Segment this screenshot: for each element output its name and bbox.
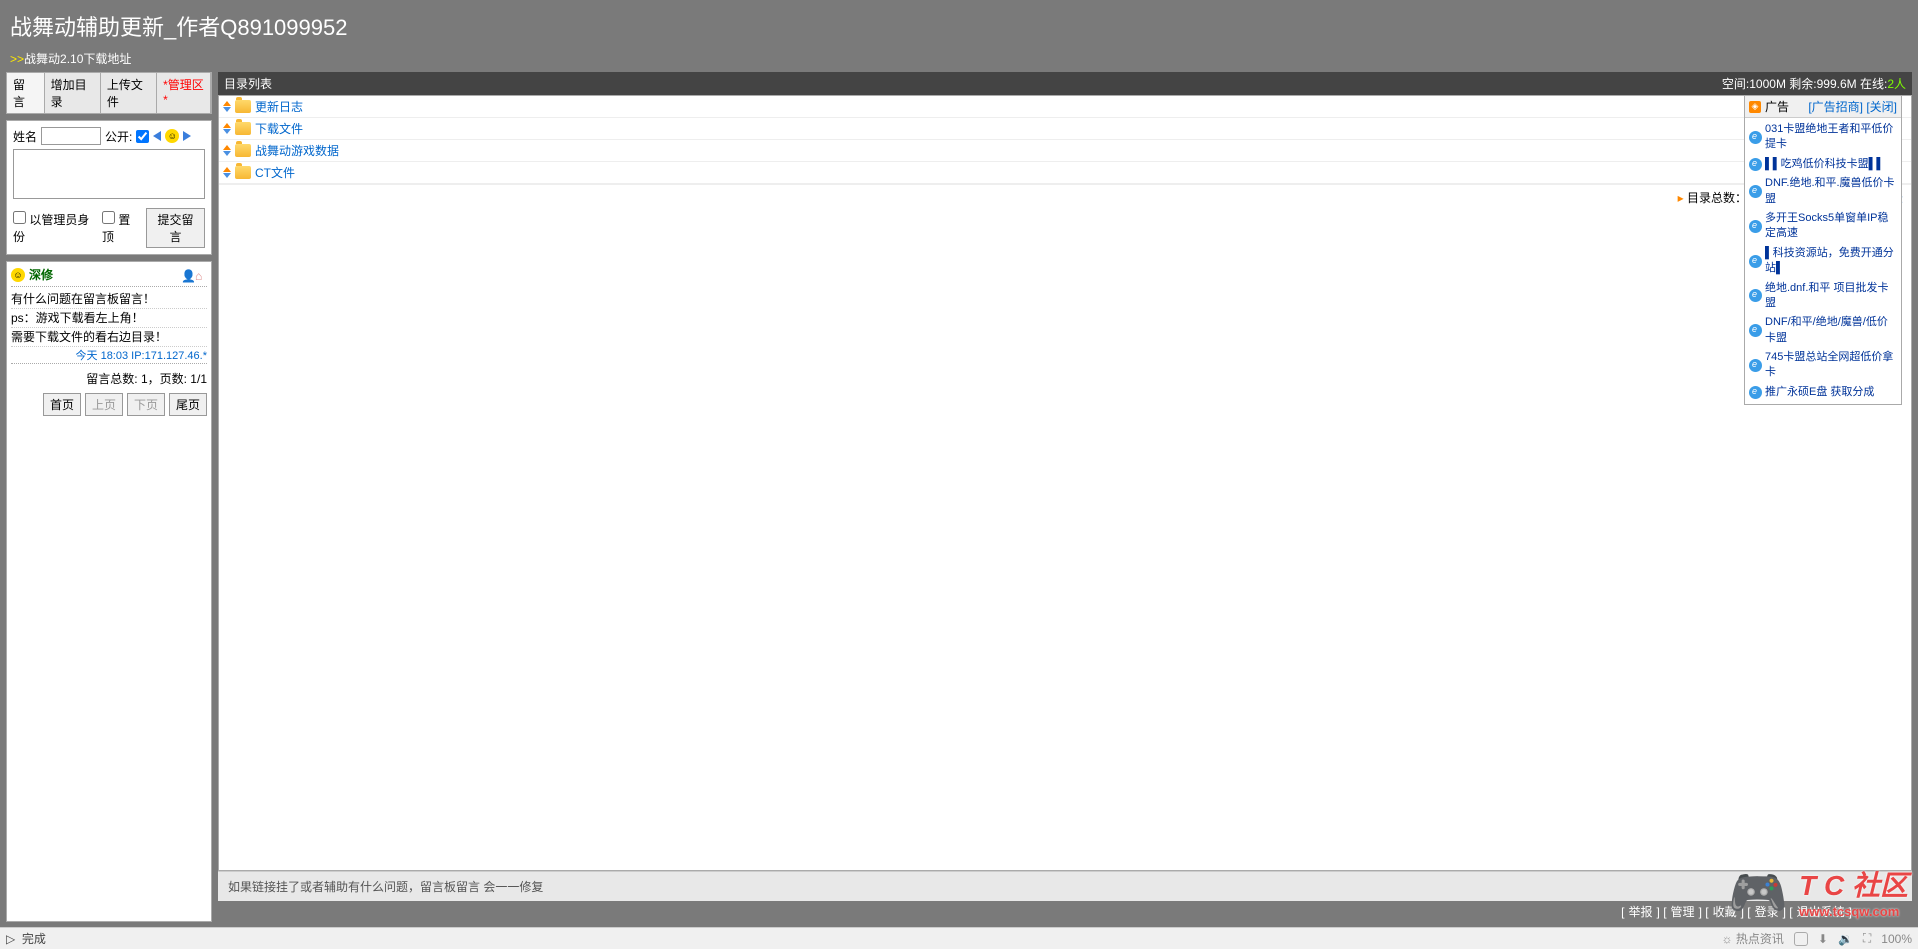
ad-item[interactable]: 推广永硕E盘 获取分成 — [1747, 383, 1899, 402]
status-hotspot-icon[interactable]: ☼ 热点资讯 — [1722, 930, 1784, 947]
breadcrumb-arrows: >> — [10, 52, 24, 66]
pager-next[interactable]: 下页 — [127, 393, 165, 416]
page-title: 战舞动辅助更新_作者Q891099952 — [10, 10, 1908, 42]
breadcrumb-link[interactable]: 战舞动2.10下载地址 — [24, 52, 131, 66]
space-info: 空间:1000M 剩余:999.6M 在线: — [1722, 77, 1887, 91]
folder-link[interactable]: CT文件 — [255, 164, 295, 181]
list-footer: ▸ 目录总数： 4 增加目录 ↻ 刷新目录 — [219, 184, 1911, 210]
ad-box: ◈ 广告 [广告招商] [关闭] 031卡盟绝地王者和平低价提卡 ▌▌吃鸡低价科… — [1744, 95, 1902, 405]
sort-icon[interactable] — [223, 145, 231, 156]
folder-icon — [235, 100, 251, 113]
list-title: 目录列表 — [224, 75, 272, 92]
link-exit[interactable]: 退出系统 — [1797, 905, 1845, 919]
pager: 首页 上页 下页 尾页 — [11, 393, 207, 416]
folder-link[interactable]: 战舞动游戏数据 — [255, 142, 339, 159]
ad-item[interactable]: ▌▌吃鸡低价科技卡盟▌▌ — [1747, 155, 1899, 174]
tab-admin[interactable]: *管理区* — [157, 73, 211, 113]
folder-icon — [235, 122, 251, 135]
file-row[interactable]: CT文件 — [219, 162, 1911, 184]
status-zoom[interactable]: 100% — [1881, 932, 1912, 946]
ad-close[interactable]: [关闭] — [1866, 100, 1897, 114]
pin-checkbox-label[interactable]: 置顶 — [102, 211, 140, 245]
name-label: 姓名 — [13, 128, 37, 145]
public-label: 公开: — [105, 128, 132, 145]
folder-link[interactable]: 更新日志 — [255, 98, 303, 115]
ie-icon — [1749, 158, 1762, 171]
ad-recruit[interactable]: [广告招商] — [1808, 100, 1863, 114]
folder-icon — [235, 166, 251, 179]
ad-item[interactable]: DNF.绝地.和平.魔兽低价卡盟 — [1747, 174, 1899, 209]
smiley-icon[interactable]: ☺ — [165, 129, 179, 143]
pin-checkbox[interactable] — [102, 211, 115, 224]
list-header: 目录列表 空间:1000M 剩余:999.6M 在线:2人 — [218, 72, 1912, 95]
online-count: 2人 — [1887, 77, 1906, 91]
msg-author: 深修 — [29, 266, 53, 283]
sort-icon[interactable] — [223, 167, 231, 178]
person-icon[interactable]: 👤 — [181, 269, 193, 281]
pager-prev[interactable]: 上页 — [85, 393, 123, 416]
link-login[interactable]: 登录 — [1755, 905, 1779, 919]
tab-add-dir[interactable]: 增加目录 — [45, 73, 101, 113]
next-emoji-icon[interactable] — [183, 131, 191, 141]
file-row[interactable]: 战舞动游戏数据 — [219, 140, 1911, 162]
count-label: 目录总数： — [1687, 191, 1747, 205]
bottom-links: [举报] [管理] [收藏] [登录] [退出系统] — [218, 901, 1912, 922]
ie-icon — [1749, 324, 1762, 337]
file-row[interactable]: 下载文件 — [219, 118, 1911, 140]
status-done: 完成 — [22, 930, 46, 947]
left-tabs: 留 言 增加目录 上传文件 *管理区* — [6, 72, 212, 114]
message-board: ☺ 深修 👤 ⌂ 有什么问题在留言板留言！ ps：游戏下载看左上角！ 需要下载文… — [6, 261, 212, 922]
msg-stats: 留言总数: 1，页数: 1/1 — [11, 370, 207, 387]
sort-icon[interactable] — [223, 123, 231, 134]
prev-emoji-icon[interactable] — [153, 131, 161, 141]
msg-body: 有什么问题在留言板留言！ ps：游戏下载看左上角！ 需要下载文件的看右边目录！ — [11, 290, 207, 347]
ie-icon — [1749, 131, 1762, 144]
ie-icon — [1749, 185, 1762, 198]
sort-icon[interactable] — [223, 101, 231, 112]
footer-notice: 如果链接挂了或者辅助有什么问题，留言板留言 会一一修复 — [218, 871, 1912, 901]
pager-first[interactable]: 首页 — [43, 393, 81, 416]
ad-item[interactable]: 绝地.dnf.和平 项目批发卡盟 — [1747, 279, 1899, 314]
file-list: 更新日志 下载文件 战舞动游戏数据 CT文件 ▸ 目录总数： 4 增加目录 ↻ … — [218, 95, 1912, 871]
ie-icon — [1749, 220, 1762, 233]
ad-title: 广告 — [1765, 98, 1789, 115]
admin-checkbox[interactable] — [13, 211, 26, 224]
message-textarea[interactable] — [13, 149, 205, 199]
name-input[interactable] — [41, 127, 101, 145]
link-admin[interactable]: 管理 — [1671, 905, 1695, 919]
rss-icon: ◈ — [1749, 101, 1761, 113]
status-icon-1[interactable] — [1794, 932, 1808, 946]
msg-smiley-icon: ☺ — [11, 268, 25, 282]
ie-icon — [1749, 289, 1762, 302]
status-download-icon[interactable]: ⬇ — [1818, 932, 1828, 946]
home-icon[interactable]: ⌂ — [195, 269, 207, 281]
status-expand-icon[interactable]: ⛶ — [1863, 931, 1871, 946]
admin-checkbox-label[interactable]: 以管理员身份 — [13, 211, 96, 245]
breadcrumb: >>战舞动2.10下载地址 — [10, 50, 1908, 67]
ad-item[interactable]: 745卡盟总站全网超低价拿卡 — [1747, 348, 1899, 383]
public-checkbox[interactable] — [136, 130, 149, 143]
folder-link[interactable]: 下载文件 — [255, 120, 303, 137]
tab-upload[interactable]: 上传文件 — [101, 73, 157, 113]
submit-message-button[interactable]: 提交留言 — [146, 208, 205, 248]
tab-message[interactable]: 留 言 — [7, 73, 45, 113]
ad-item[interactable]: DNF/和平/绝地/魔兽/低价卡盟 — [1747, 313, 1899, 348]
pager-last[interactable]: 尾页 — [169, 393, 207, 416]
ad-item[interactable]: ▌科技资源站，免费开通分站▌ — [1747, 244, 1899, 279]
link-report[interactable]: 举报 — [1629, 905, 1653, 919]
ie-icon — [1749, 386, 1762, 399]
file-row[interactable]: 更新日志 — [219, 96, 1911, 118]
link-fav[interactable]: 收藏 — [1713, 905, 1737, 919]
ad-item[interactable]: 031卡盟绝地王者和平低价提卡 — [1747, 120, 1899, 155]
message-form: 姓名 公开: ☺ 以管理员身份 置顶 提交留言 — [6, 120, 212, 255]
msg-time: 今天 18:03 IP:171.127.46.* — [11, 347, 207, 364]
ad-item[interactable]: 多开王Socks5单窗单IP稳定高速 — [1747, 209, 1899, 244]
status-speaker-icon[interactable]: 🔉 — [1838, 932, 1853, 946]
status-bar: ▷ 完成 ☼ 热点资讯 ⬇ 🔉 ⛶ 100% — [0, 927, 1918, 949]
ie-icon — [1749, 359, 1762, 372]
ie-icon — [1749, 255, 1762, 268]
status-play-icon[interactable]: ▷ — [6, 932, 15, 946]
folder-icon — [235, 144, 251, 157]
